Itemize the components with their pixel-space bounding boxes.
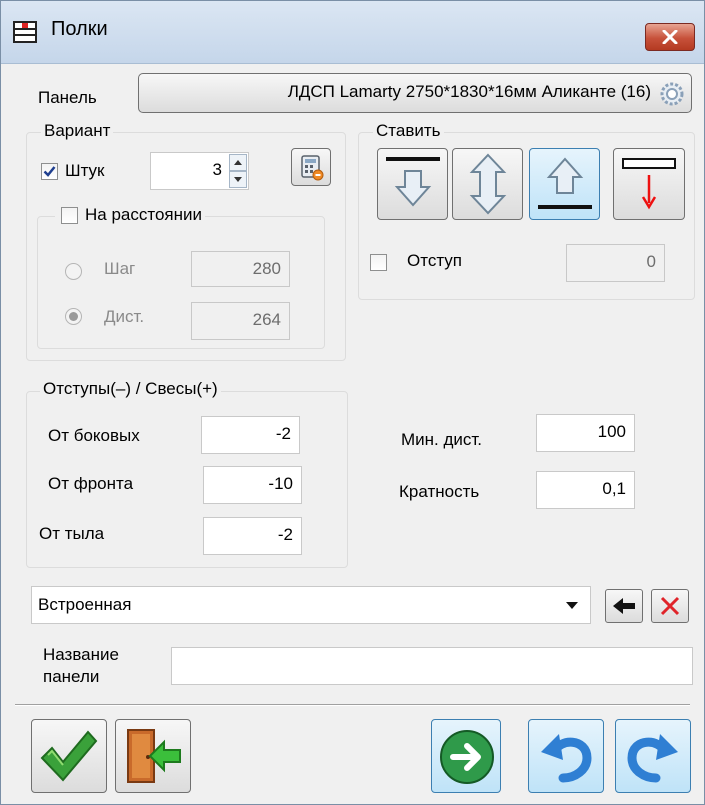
placement-top-button[interactable] <box>377 148 448 220</box>
gear-icon <box>660 82 684 106</box>
placement-center-button[interactable] <box>452 148 523 220</box>
panel-name-label-line2: панели <box>43 667 100 686</box>
placement-legend: Ставить <box>373 121 444 141</box>
side-offset-label: От боковых <box>48 426 140 445</box>
radio-dot-icon <box>69 312 78 321</box>
redo-button[interactable] <box>615 719 691 793</box>
red-cross-icon <box>660 596 680 616</box>
at-distance-label: На расстоянии <box>85 205 202 224</box>
calculator-icon <box>301 155 324 181</box>
shelves-app-icon <box>13 21 37 43</box>
panel-material-button[interactable]: ЛДСП Lamarty 2750*1830*16мм Аликанте (16… <box>138 73 692 113</box>
placement-bottom-button[interactable] <box>529 148 600 220</box>
min-dist-input[interactable]: 100 <box>536 414 635 452</box>
side-offset-input[interactable]: -2 <box>201 416 300 454</box>
center-updown-icon <box>469 153 507 215</box>
insert-left-button[interactable] <box>605 589 643 623</box>
offset-checkbox[interactable] <box>370 254 387 271</box>
step-input[interactable]: 280 <box>191 251 290 287</box>
shelves-dialog: Полки Панель ЛДСП Lamarty 2750*1830*16мм… <box>0 0 705 805</box>
undo-button[interactable] <box>528 719 604 793</box>
close-icon <box>662 30 678 44</box>
dist-label-text: Дист. <box>104 307 145 326</box>
exit-door-icon <box>127 729 181 783</box>
title-bar: Полки <box>1 1 704 64</box>
multiplicity-input[interactable]: 0,1 <box>536 471 635 509</box>
count-checkbox[interactable] <box>41 163 58 180</box>
variant-legend: Вариант <box>41 121 114 141</box>
step-radio[interactable] <box>65 263 82 280</box>
front-offset-input[interactable]: -10 <box>203 466 302 504</box>
close-button[interactable] <box>645 23 695 51</box>
back-offset-input[interactable]: -2 <box>203 517 302 555</box>
offset-input[interactable]: 0 <box>566 244 665 282</box>
chevron-down-icon <box>566 602 578 609</box>
redo-icon <box>627 734 678 783</box>
exit-button[interactable] <box>115 719 191 793</box>
align-bottom-up-icon <box>538 157 592 209</box>
panel-type-value: Встроенная <box>38 595 132 614</box>
min-dist-label: Мин. дист. <box>401 430 483 449</box>
panel-name-label: Название панели <box>43 644 119 688</box>
front-offset-label: От фронта <box>48 474 134 493</box>
panel-label: Панель <box>38 88 97 107</box>
dist-label: Дист. <box>104 307 144 327</box>
delete-button[interactable] <box>651 589 689 623</box>
dist-radio[interactable] <box>65 308 82 325</box>
apply-button[interactable] <box>431 719 501 793</box>
multiplicity-label: Кратность <box>399 482 480 501</box>
ok-button[interactable] <box>31 719 107 793</box>
offset-label: Отступ <box>407 251 463 270</box>
count-label: Штук <box>65 161 105 180</box>
count-spinner[interactable] <box>229 154 247 188</box>
panel-name-input[interactable] <box>171 647 693 685</box>
at-distance-checkbox[interactable] <box>61 207 78 224</box>
dist-input[interactable]: 264 <box>191 302 290 340</box>
calculator-button[interactable] <box>291 148 331 186</box>
arrow-right-circle-icon <box>440 730 494 784</box>
drop-down-icon <box>622 158 676 210</box>
step-label: Шаг <box>104 259 136 278</box>
panel-type-select[interactable]: Встроенная <box>31 586 591 624</box>
arrow-left-icon <box>613 598 635 614</box>
bottom-separator <box>15 704 690 706</box>
checkmark-ok-icon <box>40 730 98 782</box>
spinner-arrows-icon <box>229 154 247 188</box>
panel-name-label-line1: Название <box>43 645 119 664</box>
placement-drop-button[interactable] <box>613 148 685 220</box>
checkmark-icon <box>43 166 56 177</box>
window-title: Полки <box>51 18 108 40</box>
align-top-down-icon <box>386 157 440 207</box>
panel-material-text: ЛДСП Lamarty 2750*1830*16мм Аликанте (16… <box>287 82 651 101</box>
back-offset-label: От тыла <box>39 524 105 543</box>
undo-icon <box>541 734 592 783</box>
offsets-legend: Отступы(–) / Свесы(+) <box>40 379 221 399</box>
